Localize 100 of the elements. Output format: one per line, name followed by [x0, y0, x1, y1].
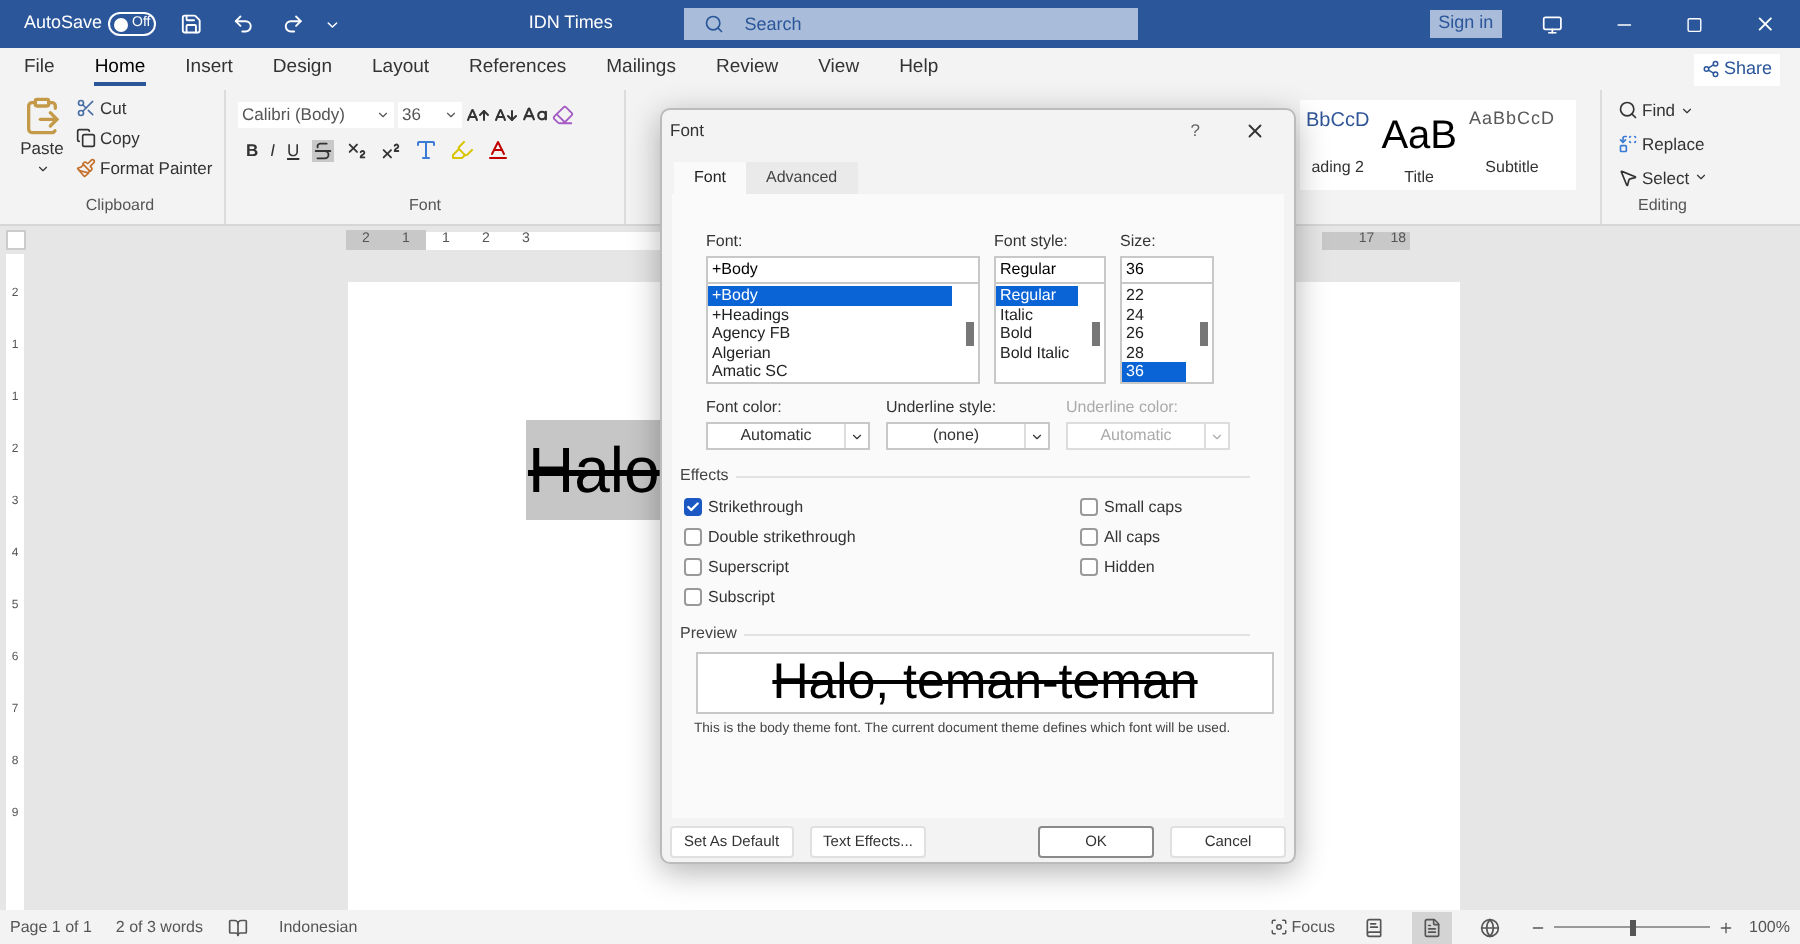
dialog-tab[interactable]: Font — [674, 162, 747, 194]
caret-icon — [850, 429, 864, 443]
menu-tab[interactable]: Insert — [185, 53, 233, 85]
checkbox[interactable]: Double strikethrough — [684, 522, 1080, 552]
search-icon — [1618, 100, 1638, 121]
style-option[interactable]: AaB Title — [1375, 100, 1463, 180]
close-icon[interactable] — [1244, 119, 1266, 141]
list-item[interactable]: 22 — [1122, 286, 1186, 305]
caret-icon — [35, 161, 49, 176]
underline-button[interactable]: U — [287, 138, 300, 164]
grow-font-icon[interactable] — [466, 103, 490, 127]
menu-tab[interactable]: Home — [94, 53, 146, 85]
text-field[interactable]: +Body — [706, 256, 980, 284]
list-item[interactable]: +Headings — [708, 305, 952, 324]
dialog-title: Font — [670, 117, 705, 143]
text-field[interactable]: 36 — [1120, 256, 1214, 284]
list-item[interactable]: Bold — [996, 324, 1078, 343]
subscript-icon[interactable] — [345, 139, 368, 162]
autosave-label: AutoSave — [24, 10, 103, 37]
group-label: Editing — [1636, 194, 1689, 218]
superscript-icon[interactable] — [379, 139, 402, 162]
list-item[interactable]: Agency FB — [708, 324, 952, 343]
caret-icon — [1693, 170, 1708, 185]
text-effects-icon[interactable] — [413, 138, 438, 163]
scrollbar-thumb[interactable] — [1199, 321, 1207, 345]
list-item[interactable]: Regular — [996, 286, 1078, 305]
font-color-icon[interactable] — [485, 138, 510, 163]
dialog-tab[interactable]: Advanced — [746, 162, 858, 194]
copy-button[interactable]: Copy — [76, 125, 213, 151]
style-option[interactable]: AaBbCcD Subtitle — [1463, 100, 1562, 180]
scrollbar-thumb[interactable] — [965, 321, 973, 345]
menu-tab[interactable]: References — [469, 53, 567, 85]
menu-tab[interactable]: Design — [272, 53, 332, 85]
cut-button[interactable]: Cut — [76, 96, 213, 122]
font-name-field[interactable]: Calibri (Body) — [238, 102, 394, 128]
checkbox[interactable]: Subscript — [684, 582, 1080, 612]
save-icon[interactable] — [180, 12, 203, 36]
close-icon[interactable] — [1753, 12, 1776, 36]
menu-tab[interactable]: Help — [899, 53, 939, 85]
format-painter-button[interactable]: Format Painter — [76, 155, 213, 181]
font-size-field[interactable]: 36 — [398, 102, 462, 128]
sign-in-button[interactable]: Sign in — [1430, 10, 1502, 38]
italic-button[interactable]: I — [270, 138, 276, 164]
eraser-icon[interactable] — [552, 104, 574, 126]
menu-tab[interactable]: Mailings — [606, 53, 676, 85]
section-label: Preview — [680, 622, 737, 646]
focus-icon — [1269, 918, 1288, 936]
restore-icon[interactable] — [1686, 15, 1704, 33]
caret-icon — [376, 108, 390, 122]
bold-button[interactable]: B — [246, 138, 259, 164]
section-label: Effects — [680, 464, 729, 488]
checkbox[interactable]: Small caps — [1080, 492, 1183, 522]
focus-button[interactable]: Focus — [1269, 915, 1336, 939]
menu-tab[interactable]: File — [24, 53, 55, 85]
search-icon — [704, 14, 725, 34]
list-item[interactable]: +Body — [708, 286, 952, 305]
list-item[interactable]: 28 — [1122, 343, 1186, 362]
paste-button[interactable]: Paste — [16, 96, 68, 194]
scrollbar-thumb[interactable] — [1091, 321, 1099, 345]
share-icon — [1701, 60, 1720, 78]
zoom-slider[interactable] — [1553, 919, 1710, 935]
search-field[interactable]: Search — [684, 8, 1139, 40]
book-icon[interactable] — [227, 917, 247, 937]
caret-icon — [444, 108, 458, 122]
copy-icon — [76, 128, 96, 149]
list-item[interactable]: Amatic SC — [708, 362, 952, 381]
shrink-font-icon[interactable] — [494, 103, 518, 127]
list-item[interactable]: Algerian — [708, 343, 952, 362]
check-icon — [686, 500, 700, 514]
list-item[interactable]: Italic — [996, 305, 1078, 324]
menu-tab[interactable]: Review — [715, 53, 779, 85]
list-item[interactable]: 36 — [1122, 362, 1186, 381]
replace-button[interactable]: Replace — [1618, 123, 1740, 157]
checkbox[interactable]: Superscript — [684, 552, 1080, 582]
undo-icon[interactable] — [231, 12, 254, 36]
menu-tab[interactable]: View — [818, 53, 860, 85]
caret-icon — [1210, 429, 1224, 443]
field-label: Font: — [706, 230, 745, 254]
checkbox[interactable]: Strikethrough — [684, 492, 1080, 522]
style-option[interactable]: BbCcD ading 2 — [1300, 100, 1376, 180]
strikethrough-icon[interactable] — [311, 139, 334, 162]
list-item[interactable]: 26 — [1122, 324, 1186, 343]
select-button[interactable]: Select — [1618, 157, 1740, 191]
checkbox[interactable]: Hidden — [1080, 552, 1183, 582]
field-label: Font color: — [706, 396, 784, 420]
view-button[interactable] — [1411, 911, 1452, 943]
checkbox[interactable]: All caps — [1080, 522, 1183, 552]
scissors-icon — [76, 98, 96, 119]
text-field[interactable]: Regular — [994, 256, 1106, 284]
dropdown[interactable]: (none) — [886, 422, 1050, 450]
zoom-in-icon[interactable] — [1717, 919, 1734, 935]
menu-tab[interactable]: Layout — [372, 53, 430, 85]
share-button[interactable]: Share — [1693, 53, 1780, 85]
help-button[interactable]: ? — [1190, 117, 1200, 143]
find-button[interactable]: Find — [1618, 90, 1740, 124]
redo-icon[interactable] — [281, 12, 304, 36]
list-item[interactable]: Bold Italic — [996, 343, 1078, 362]
pointer-icon — [1618, 167, 1638, 188]
dropdown[interactable]: Automatic — [706, 422, 870, 450]
list-item[interactable]: 24 — [1122, 305, 1186, 324]
